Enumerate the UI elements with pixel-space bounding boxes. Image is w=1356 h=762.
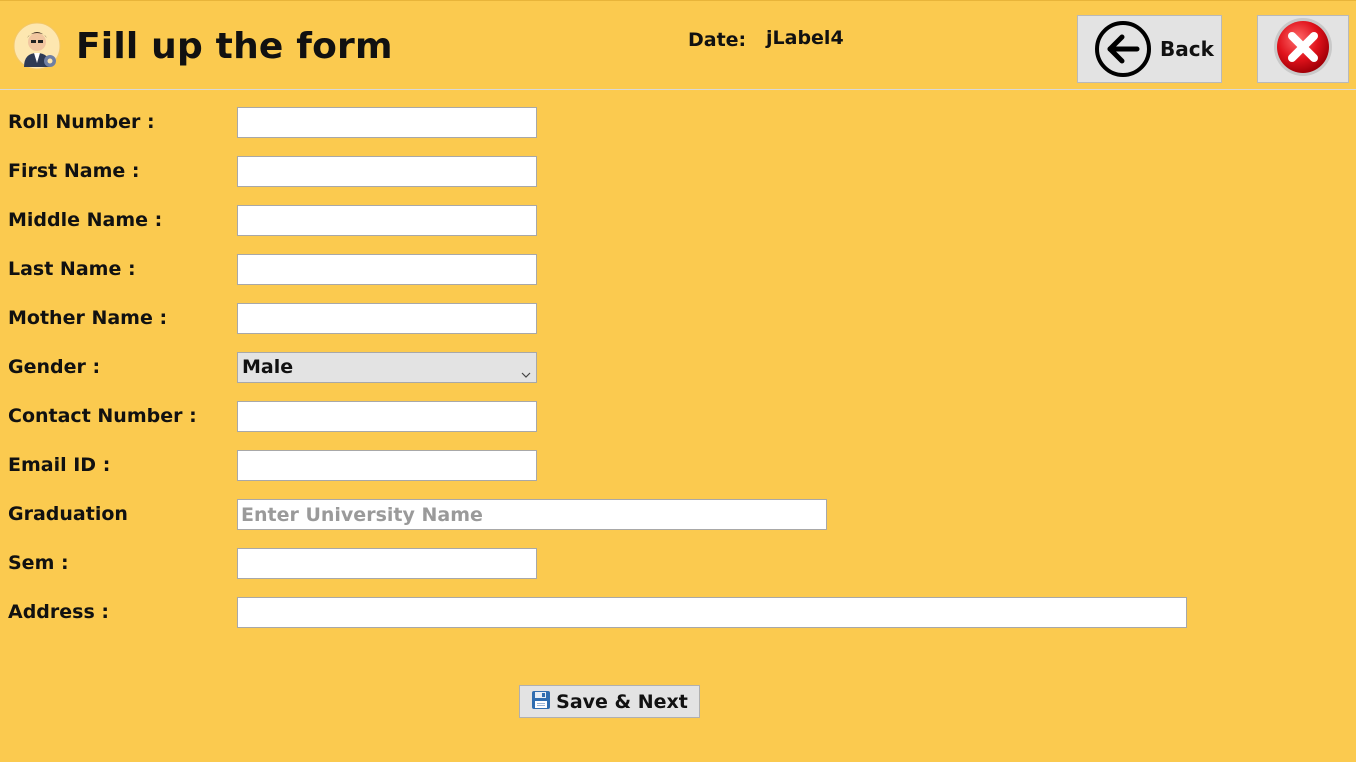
gender-selected-value: Male <box>242 356 294 378</box>
sem-row: Sem : <box>0 548 1356 580</box>
header-bar: Fill up the form Date: jLabel4 Back <box>0 0 1356 90</box>
first-name-row: First Name : <box>0 156 1356 188</box>
address-input[interactable] <box>237 597 1187 628</box>
user-settings-icon <box>12 21 62 71</box>
close-circle-icon <box>1272 16 1334 82</box>
email-id-input[interactable] <box>237 450 537 481</box>
arrow-left-circle-icon <box>1094 20 1152 78</box>
save-next-label: Save & Next <box>556 690 688 713</box>
last-name-row: Last Name : <box>0 254 1356 286</box>
contact-number-label: Contact Number : <box>8 405 197 427</box>
floppy-disk-icon <box>531 690 551 714</box>
graduation-label: Graduation <box>8 503 128 525</box>
mother-name-input[interactable] <box>237 303 537 334</box>
contact-number-row: Contact Number : <box>0 401 1356 433</box>
roll-number-input[interactable] <box>237 107 537 138</box>
save-next-button[interactable]: Save & Next <box>519 685 700 718</box>
mother-name-row: Mother Name : <box>0 303 1356 335</box>
middle-name-input[interactable] <box>237 205 537 236</box>
page-title: Fill up the form <box>76 26 393 67</box>
last-name-label: Last Name : <box>8 258 136 280</box>
graduation-row: Graduation <box>0 499 1356 531</box>
sem-label: Sem : <box>8 552 69 574</box>
back-button[interactable]: Back <box>1077 15 1222 83</box>
chevron-down-icon <box>521 364 531 378</box>
graduation-input[interactable] <box>237 499 827 530</box>
date-value: jLabel4 <box>766 27 844 49</box>
contact-number-input[interactable] <box>237 401 537 432</box>
middle-name-label: Middle Name : <box>8 209 163 231</box>
roll-number-row: Roll Number : <box>0 107 1356 139</box>
mother-name-label: Mother Name : <box>8 307 168 329</box>
gender-row: Gender : Male <box>0 352 1356 384</box>
address-row: Address : <box>0 597 1356 629</box>
last-name-input[interactable] <box>237 254 537 285</box>
close-button[interactable] <box>1257 15 1349 83</box>
date-label: Date: <box>688 29 747 51</box>
sem-input[interactable] <box>237 548 537 579</box>
address-label: Address : <box>8 601 109 623</box>
email-id-row: Email ID : <box>0 450 1356 482</box>
middle-name-row: Middle Name : <box>0 205 1356 237</box>
gender-select[interactable]: Male <box>237 352 537 383</box>
roll-number-label: Roll Number : <box>8 111 155 133</box>
first-name-input[interactable] <box>237 156 537 187</box>
first-name-label: First Name : <box>8 160 140 182</box>
back-button-label: Back <box>1160 37 1214 61</box>
email-id-label: Email ID : <box>8 454 111 476</box>
gender-label: Gender : <box>8 356 101 378</box>
